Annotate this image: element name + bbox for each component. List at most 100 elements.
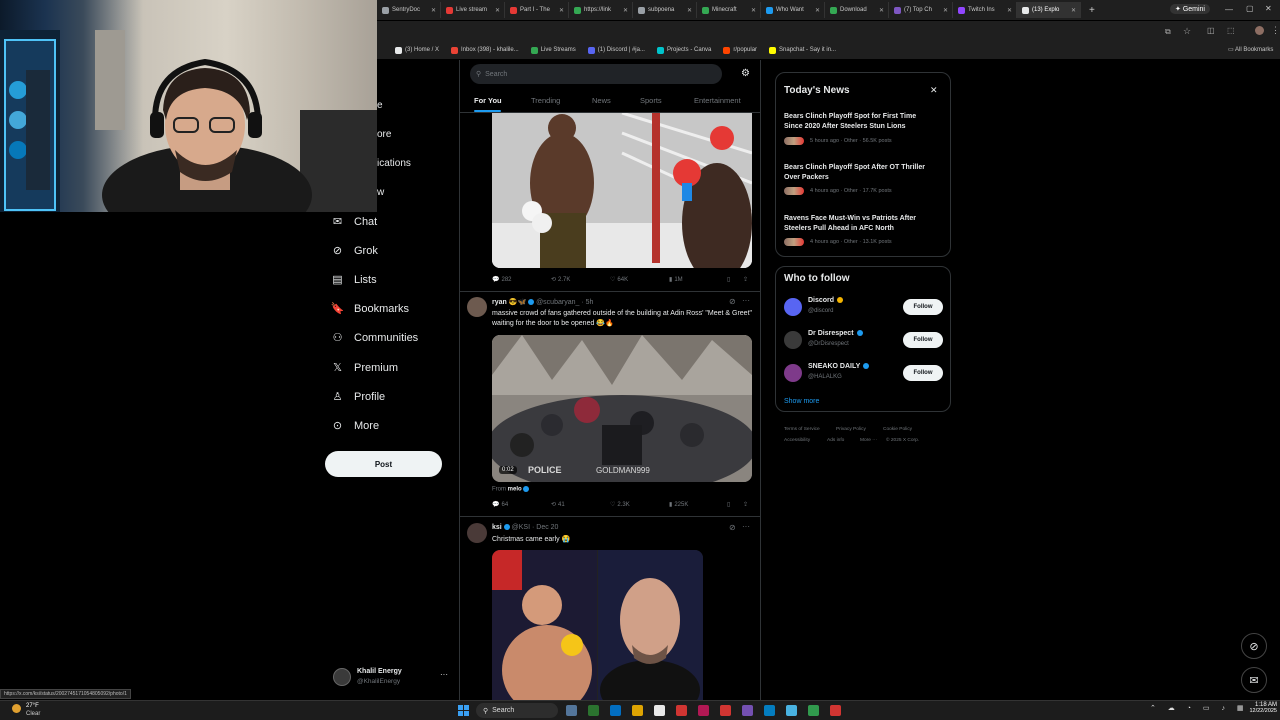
sidebar-item-chat[interactable]: ✉ Chat: [331, 215, 377, 229]
app-icon[interactable]: [786, 705, 797, 716]
browser-menu-icon[interactable]: ⋮: [1271, 25, 1280, 36]
follow-button[interactable]: Follow: [903, 365, 943, 381]
store-icon[interactable]: [654, 705, 665, 716]
grok-icon[interactable]: ⊘: [729, 297, 736, 306]
edge-icon[interactable]: [610, 705, 621, 716]
copilot-icon[interactable]: [588, 705, 599, 716]
browser-tab[interactable]: (13) Explo ✕: [1017, 2, 1081, 18]
tab-for-you[interactable]: For You: [474, 96, 502, 105]
sidepanel-icon[interactable]: ◫: [1207, 26, 1215, 35]
close-tab-icon[interactable]: ✕: [623, 7, 628, 14]
reply-button[interactable]: 💬 282: [492, 276, 512, 284]
views-button[interactable]: ▮ 1M: [669, 276, 683, 284]
file-explorer-icon[interactable]: [632, 705, 643, 716]
account-switcher[interactable]: Khalil Energy @KhalilEnergy ···: [333, 664, 453, 692]
more-dots-icon[interactable]: ···: [440, 670, 448, 679]
bookmark-item[interactable]: (3) Home / X: [395, 46, 439, 54]
more-dots-icon[interactable]: ···: [742, 522, 750, 531]
extensions-icon[interactable]: ⬚: [1227, 26, 1235, 35]
avatar[interactable]: [784, 298, 802, 316]
sidebar-item-lists[interactable]: ▤ Lists: [331, 273, 376, 287]
follow-name[interactable]: Dr Disrespect: [808, 330, 863, 337]
news-headline[interactable]: Bears Clinch Playoff Spot After OT Thril…: [784, 163, 934, 183]
all-bookmarks[interactable]: ▭ All Bookmarks: [1228, 46, 1273, 53]
close-icon[interactable]: ✕: [930, 85, 938, 96]
tab-sports[interactable]: Sports: [640, 96, 662, 105]
task-view-icon[interactable]: [566, 705, 577, 716]
avatar[interactable]: [784, 364, 802, 382]
bookmark-item[interactable]: Inbox (398) - khalile...: [451, 46, 519, 54]
settings-gear-icon[interactable]: ⚙: [741, 68, 750, 79]
post-time[interactable]: 5h: [586, 299, 594, 306]
like-button[interactable]: ♡ 2.3K: [610, 501, 630, 509]
close-tab-icon[interactable]: ✕: [495, 7, 500, 14]
close-tab-icon[interactable]: ✕: [559, 7, 564, 14]
new-tab-button[interactable]: +: [1089, 5, 1095, 16]
browser-tab[interactable]: subpoena ✕: [633, 2, 697, 18]
sidebar-item-more[interactable]: ⊙ More: [331, 419, 379, 433]
tab-trending[interactable]: Trending: [531, 96, 560, 105]
maximize-icon[interactable]: ▢: [1246, 4, 1254, 13]
follow-name[interactable]: Discord: [808, 297, 844, 304]
share-icon[interactable]: ⇪: [743, 276, 748, 283]
footer-link[interactable]: Privacy Policy: [836, 427, 866, 432]
post-handle[interactable]: @scubaryan_: [536, 299, 579, 306]
post-media-image[interactable]: [492, 550, 703, 700]
avatar[interactable]: [467, 523, 487, 543]
close-window-icon[interactable]: ✕: [1265, 4, 1272, 13]
post-author[interactable]: ksi: [492, 524, 502, 531]
browser-tab[interactable]: Live stream ✕: [441, 2, 505, 18]
sidebar-item-profile[interactable]: ♙ Profile: [331, 390, 386, 404]
minimize-icon[interactable]: —: [1225, 5, 1233, 14]
bookmark-item[interactable]: Live Streams: [530, 46, 576, 54]
close-tab-icon[interactable]: ✕: [815, 7, 820, 14]
avatar[interactable]: [784, 331, 802, 349]
app-icon[interactable]: [830, 705, 841, 716]
post-button[interactable]: Post: [325, 451, 442, 477]
windows-start-icon[interactable]: [458, 705, 469, 716]
app-icon[interactable]: [698, 705, 709, 716]
close-tab-icon[interactable]: ✕: [943, 7, 948, 14]
weather-widget[interactable]: 27°F Clear: [12, 702, 52, 719]
repost-button[interactable]: ⟲ 41: [551, 501, 565, 509]
sidebar-item-premium[interactable]: 𝕏 Premium: [331, 361, 398, 375]
taskbar-search[interactable]: ⚲ Search: [476, 703, 558, 718]
like-button[interactable]: ♡ 64K: [610, 276, 628, 284]
grok-icon[interactable]: ⊘: [729, 523, 736, 532]
news-headline[interactable]: Ravens Face Must-Win vs Patriots After S…: [784, 214, 934, 234]
bookmark-item[interactable]: r/popular: [723, 46, 757, 54]
follow-button[interactable]: Follow: [903, 332, 943, 348]
close-tab-icon[interactable]: ✕: [1007, 7, 1012, 14]
bookmark-item[interactable]: Projects - Canva: [656, 46, 711, 54]
opera-icon[interactable]: [720, 705, 731, 716]
bookmark-icon[interactable]: ▯: [727, 501, 730, 508]
bookmark-item[interactable]: (1) Discord | #ja...: [587, 46, 645, 54]
from-name[interactable]: melo: [508, 487, 522, 493]
cast-icon[interactable]: ⧉: [1165, 27, 1171, 37]
app-icon[interactable]: [764, 705, 775, 716]
sidebar-item-partial[interactable]: ications: [377, 158, 411, 169]
avatar[interactable]: [467, 297, 487, 317]
close-tab-icon[interactable]: ✕: [751, 7, 756, 14]
bookmark-item[interactable]: Snapchat - Say it in...: [769, 46, 836, 54]
post-handle[interactable]: @KSI: [512, 524, 530, 531]
footer-link[interactable]: Cookie Policy: [883, 427, 912, 432]
footer-link[interactable]: Ads info: [827, 438, 844, 443]
post-time[interactable]: Dec 20: [536, 524, 558, 531]
tab-entertainment[interactable]: Entertainment: [694, 96, 741, 105]
close-tab-icon[interactable]: ✕: [1071, 7, 1076, 14]
browser-tab[interactable]: SentryDoc ✕: [377, 2, 441, 18]
avatar[interactable]: [1255, 26, 1264, 35]
browser-tab[interactable]: (7) Top Ch ✕: [889, 2, 953, 18]
messages-float-button[interactable]: ✉: [1241, 667, 1267, 693]
close-tab-icon[interactable]: ✕: [879, 7, 884, 14]
footer-link[interactable]: Accessibility: [784, 438, 810, 443]
post-media-image[interactable]: [492, 113, 752, 268]
browser-tab[interactable]: Twitch Ins ✕: [953, 2, 1017, 18]
browser-tab[interactable]: Who Want ✕: [761, 2, 825, 18]
app-icon[interactable]: [676, 705, 687, 716]
sidebar-item-bookmarks[interactable]: 🔖 Bookmarks: [331, 302, 409, 316]
reply-button[interactable]: 💬 64: [492, 501, 508, 509]
footer-link[interactable]: © 2025 X Corp.: [886, 438, 919, 443]
sidebar-item-partial[interactable]: ore: [377, 129, 391, 140]
